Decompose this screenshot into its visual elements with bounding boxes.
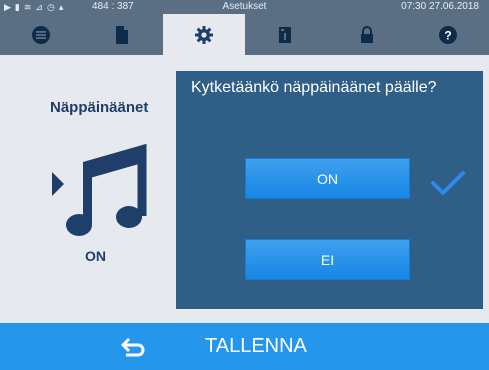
date-time: 07:30 27.06.2018 — [401, 1, 479, 12]
help-icon: ? — [439, 25, 458, 44]
svg-text:?: ? — [445, 28, 452, 42]
status-bar: ▶ ▮ ≋ ⊿ ◷ ▴ 484 : 387 Asetukset 07:30 27… — [0, 0, 489, 14]
gear-icon — [194, 25, 213, 44]
list-icon — [31, 25, 50, 44]
confirm-dialog: Kytketäänkö näppäinäänet päälle? ON EI — [176, 71, 483, 309]
lock-icon — [360, 25, 373, 43]
info-card-icon — [279, 26, 292, 43]
on-button[interactable]: ON — [245, 158, 410, 199]
tab-lock[interactable] — [326, 14, 408, 55]
tab-documents[interactable] — [82, 14, 164, 55]
back-icon[interactable] — [120, 335, 148, 359]
tab-help[interactable]: ? — [408, 14, 489, 55]
checkmark-icon — [431, 171, 465, 195]
tab-info[interactable] — [245, 14, 327, 55]
document-icon — [116, 25, 129, 44]
dialog-question: Kytketäänkö näppäinäänet päälle? — [191, 79, 437, 96]
tab-bar: ? — [0, 14, 489, 55]
music-note-icon — [52, 144, 147, 236]
tab-list[interactable] — [0, 14, 82, 55]
setting-title: Näppäinäänet — [50, 99, 149, 116]
screen: ▶ ▮ ≋ ⊿ ◷ ▴ 484 : 387 Asetukset 07:30 27… — [0, 0, 489, 370]
main-content: Näppäinäänet ON Kytketäänkö näppäinäänet… — [0, 55, 489, 323]
off-button[interactable]: EI — [245, 239, 410, 280]
footer-bar: TALLENNA — [0, 323, 489, 370]
tab-settings[interactable] — [163, 14, 245, 55]
setting-state: ON — [85, 248, 106, 264]
save-button[interactable]: TALLENNA — [205, 335, 307, 358]
